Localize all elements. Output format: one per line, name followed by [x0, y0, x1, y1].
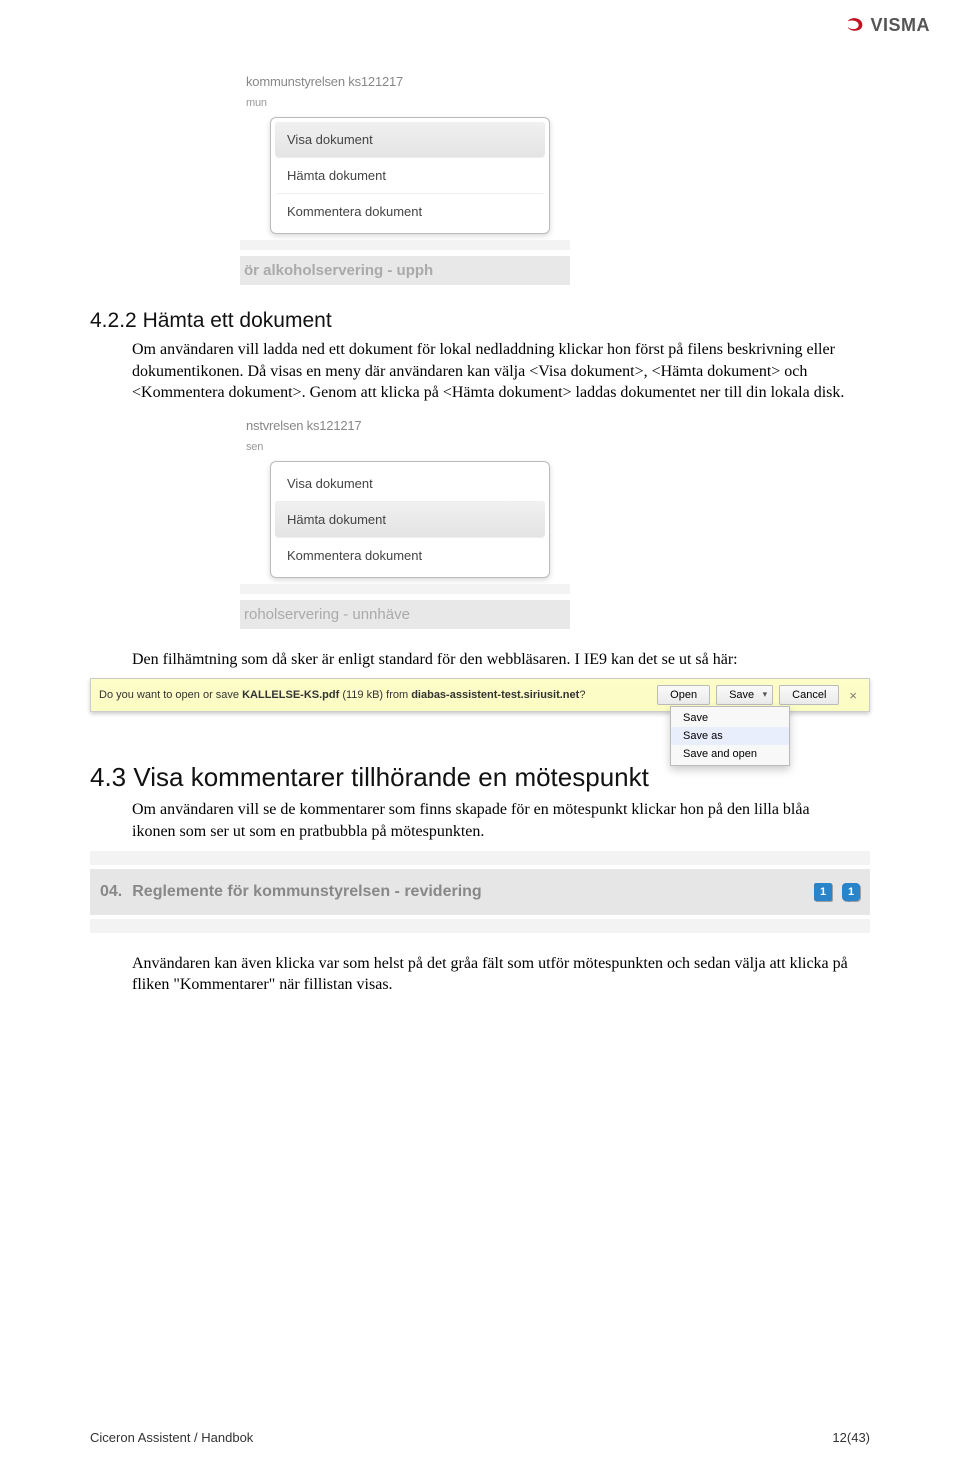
visma-swirl-icon	[844, 14, 866, 36]
save-button[interactable]: Save	[716, 685, 773, 705]
attachment-badge[interactable]: 1	[814, 883, 832, 901]
screenshot-context-menu-1: kommunstyrelsen ks121217 mun Visa dokume…	[240, 70, 570, 285]
heading-4-2-2: 4.2.2 Hämta ett dokument	[90, 309, 870, 333]
context-fragment: mun	[240, 93, 570, 113]
brand-text: VISMA	[870, 15, 930, 36]
context-title: nstvrelsen ks121217	[240, 414, 570, 437]
open-button[interactable]: Open	[657, 685, 710, 705]
page-footer: Ciceron Assistent / Handbok 12(43)	[90, 1430, 870, 1445]
save-dropdown: Save Save as Save and open	[670, 706, 790, 766]
screenshot-agenda-row: 04. Reglemente för kommunstyrelsen - rev…	[90, 851, 870, 933]
dropdown-save[interactable]: Save	[671, 709, 789, 727]
close-icon[interactable]: ×	[845, 688, 861, 703]
footer-right: 12(43)	[832, 1430, 870, 1445]
agenda-item[interactable]: 04. Reglemente för kommunstyrelsen - rev…	[90, 869, 870, 915]
menu-item-visa-dokument[interactable]: Visa dokument	[275, 466, 545, 501]
heading-4-3: 4.3 Visa kommentarer tillhörande en möte…	[90, 762, 870, 793]
comment-bubble-icon[interactable]: 1	[842, 883, 860, 901]
menu-item-kommentera-dokument[interactable]: Kommentera dokument	[275, 193, 545, 229]
brand-logo: VISMA	[844, 14, 930, 36]
menu-item-visa-dokument[interactable]: Visa dokument	[275, 122, 545, 157]
context-menu: Visa dokument Hämta dokument Kommentera …	[270, 461, 550, 578]
paragraph-422: Om användaren vill ladda ned ett dokumen…	[132, 339, 852, 404]
cancel-button[interactable]: Cancel	[779, 685, 839, 705]
bg-fragment-bottom: ör alkoholservering - upph	[240, 256, 570, 285]
dropdown-save-and-open[interactable]: Save and open	[671, 745, 789, 763]
footer-left: Ciceron Assistent / Handbok	[90, 1430, 253, 1445]
download-message: Do you want to open or save KALLELSE-KS.…	[99, 689, 651, 701]
menu-item-hamta-dokument[interactable]: Hämta dokument	[275, 157, 545, 193]
screenshot-context-menu-2: nstvrelsen ks121217 sen Visa dokument Hä…	[240, 414, 570, 629]
context-fragment: sen	[240, 437, 570, 457]
agenda-title: Reglemente för kommunstyrelsen - revider…	[132, 883, 804, 901]
menu-item-kommentera-dokument[interactable]: Kommentera dokument	[275, 537, 545, 573]
bg-fragment-bottom: roholservering - unnhäve	[240, 600, 570, 629]
paragraph-after-shot2: Den filhämtning som då sker är enligt st…	[132, 649, 852, 671]
context-menu: Visa dokument Hämta dokument Kommentera …	[270, 117, 550, 234]
dropdown-save-as[interactable]: Save as	[671, 727, 789, 745]
menu-item-hamta-dokument[interactable]: Hämta dokument	[275, 501, 545, 537]
agenda-number: 04.	[100, 883, 122, 901]
paragraph-43: Om användaren vill se de kommentarer som…	[132, 799, 852, 842]
context-title: kommunstyrelsen ks121217	[240, 70, 570, 93]
paragraph-after-agenda: Användaren kan även klicka var som helst…	[132, 953, 852, 996]
